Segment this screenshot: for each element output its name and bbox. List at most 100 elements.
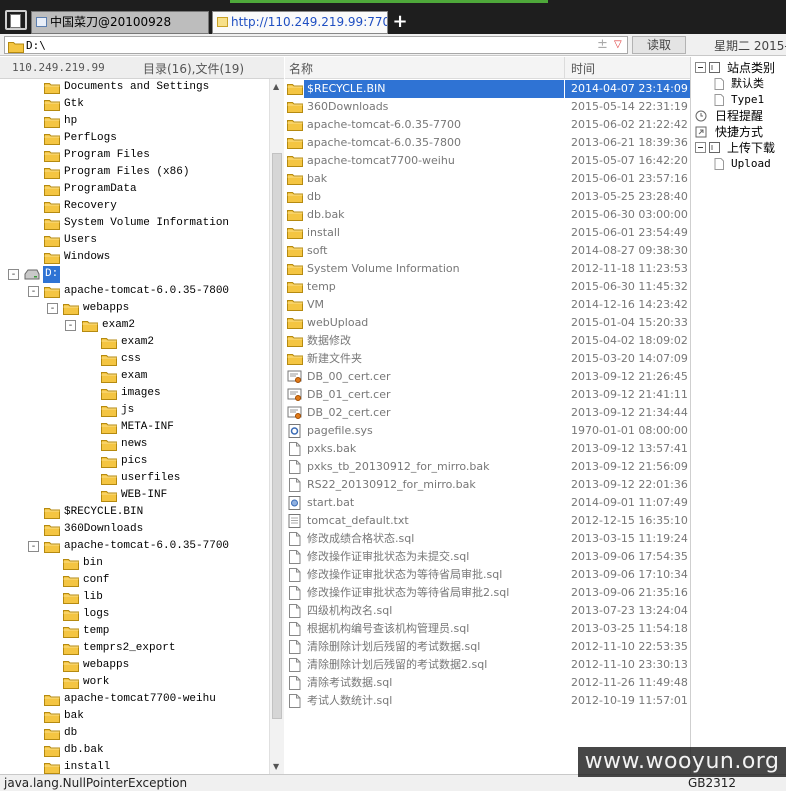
file-time: 2013-03-25 11:54:18 xyxy=(571,622,688,635)
path-input-box[interactable]: D:\ ± ▽ xyxy=(4,36,628,54)
tree-node[interactable]: webapps xyxy=(63,300,269,317)
collapse-toggle-icon[interactable]: - xyxy=(65,320,76,331)
tree-node[interactable]: pics xyxy=(101,453,269,470)
tree-node[interactable]: logs xyxy=(63,606,269,623)
column-time[interactable]: 时间 xyxy=(571,60,595,77)
collapse-toggle-icon[interactable]: - xyxy=(47,303,58,314)
tree-node[interactable]: $RECYCLE.BIN xyxy=(44,504,269,521)
file-row[interactable]: 修改操作证审批状态为等待省局审批2.sql 2013-09-06 21:35:16 xyxy=(285,584,690,602)
read-button[interactable]: 读取 xyxy=(632,36,686,54)
tree-node[interactable]: Users xyxy=(44,232,269,249)
file-row[interactable]: pagefile.sys 1970-01-01 08:00:00 xyxy=(285,422,690,440)
file-row[interactable]: pxks.bak 2013-09-12 13:57:41 xyxy=(285,440,690,458)
tree-node[interactable]: news xyxy=(101,436,269,453)
tree-node[interactable]: exam2 xyxy=(82,317,269,334)
file-row[interactable]: $RECYCLE.BIN 2014-04-07 23:14:09 xyxy=(285,80,690,98)
tree-node[interactable]: webapps xyxy=(63,657,269,674)
tree-node[interactable]: install xyxy=(44,759,269,774)
file-row[interactable]: 清除删除计划后残留的考试数据.sql 2012-11-10 22:53:35 xyxy=(285,638,690,656)
tree-node[interactable]: META-INF xyxy=(101,419,269,436)
tree-node[interactable]: apache-tomcat-6.0.35-7700 xyxy=(44,538,269,555)
tree-node[interactable]: lib xyxy=(63,589,269,606)
file-row[interactable]: DB_01_cert.cer 2013-09-12 21:41:11 xyxy=(285,386,690,404)
file-time: 2014-04-07 23:14:09 xyxy=(565,80,690,98)
app-window-icon[interactable] xyxy=(5,10,27,30)
tree-node[interactable]: exam xyxy=(101,368,269,385)
tree-node[interactable]: WEB-INF xyxy=(101,487,269,504)
file-row[interactable]: bak 2015-06-01 23:57:16 xyxy=(285,170,690,188)
chevron-down-icon[interactable]: ▽ xyxy=(614,37,622,53)
file-row[interactable]: 修改操作证审批状态为未提交.sql 2013-09-06 17:54:35 xyxy=(285,548,690,566)
tree-node[interactable]: exam2 xyxy=(101,334,269,351)
column-divider[interactable] xyxy=(564,57,565,79)
collapse-toggle-icon[interactable]: - xyxy=(28,541,39,552)
tree-node[interactable]: D: xyxy=(24,266,269,283)
tree-node[interactable]: hp xyxy=(44,113,269,130)
tree-node[interactable]: db xyxy=(44,725,269,742)
tree-node[interactable]: temprs2_export xyxy=(63,640,269,657)
tree-node[interactable]: Documents and Settings xyxy=(44,79,269,96)
add-bookmark-icon[interactable]: ± xyxy=(597,37,608,53)
file-row[interactable]: 考试人数统计.sql 2012-10-19 11:57:01 xyxy=(285,692,690,710)
tab-url[interactable]: http://110.249.219.99:7700/... xyxy=(212,11,388,34)
file-row[interactable]: install 2015-06-01 23:54:49 xyxy=(285,224,690,242)
tree-node[interactable]: Program Files xyxy=(44,147,269,164)
tree-node[interactable]: css xyxy=(101,351,269,368)
tree-node[interactable]: temp xyxy=(63,623,269,640)
tree-node[interactable]: conf xyxy=(63,572,269,589)
tree-node[interactable]: Windows xyxy=(44,249,269,266)
file-row[interactable]: System Volume Information 2012-11-18 11:2… xyxy=(285,260,690,278)
file-row[interactable]: db.bak 2015-06-30 03:00:00 xyxy=(285,206,690,224)
file-row[interactable]: 根据机构编号查该机构管理员.sql 2013-03-25 11:54:18 xyxy=(285,620,690,638)
file-row[interactable]: DB_02_cert.cer 2013-09-12 21:34:44 xyxy=(285,404,690,422)
scroll-thumb[interactable] xyxy=(272,153,282,719)
encoding-selector[interactable]: GB2312 xyxy=(688,776,736,790)
file-row[interactable]: RS22_20130912_for_mirro.bak 2013-09-12 22… xyxy=(285,476,690,494)
tree-node[interactable]: 360Downloads xyxy=(44,521,269,538)
file-row[interactable]: webUpload 2015-01-04 15:20:33 xyxy=(285,314,690,332)
file-row[interactable]: apache-tomcat-6.0.35-7800 2013-06-21 18:3… xyxy=(285,134,690,152)
column-name[interactable]: 名称 xyxy=(289,60,313,77)
tree-node[interactable]: Program Files (x86) xyxy=(44,164,269,181)
file-row[interactable]: db 2013-05-25 23:28:40 xyxy=(285,188,690,206)
file-row[interactable]: pxks_tb_20130912_for_mirro.bak 2013-09-12… xyxy=(285,458,690,476)
tree-node[interactable]: System Volume Information xyxy=(44,215,269,232)
file-row[interactable]: soft 2014-08-27 09:38:30 xyxy=(285,242,690,260)
file-row[interactable]: 数据修改 2015-04-02 18:09:02 xyxy=(285,332,690,350)
file-row[interactable]: 新建文件夹 2015-03-20 14:07:09 xyxy=(285,350,690,368)
file-row[interactable]: 修改成绩合格状态.sql 2013-03-15 11:19:24 xyxy=(285,530,690,548)
file-row[interactable]: start.bat 2014-09-01 11:07:49 xyxy=(285,494,690,512)
tree-scrollbar[interactable]: ▲ ▼ xyxy=(269,79,284,774)
tree-node[interactable]: db.bak xyxy=(44,742,269,759)
file-row[interactable]: tomcat_default.txt 2012-12-15 16:35:10 xyxy=(285,512,690,530)
collapse-toggle-icon[interactable]: - xyxy=(28,286,39,297)
tree-node[interactable]: work xyxy=(63,674,269,691)
tree-node[interactable]: ProgramData xyxy=(44,181,269,198)
path-input[interactable]: D:\ xyxy=(26,38,46,53)
tree-node[interactable]: images xyxy=(101,385,269,402)
tree-node[interactable]: userfiles xyxy=(101,470,269,487)
tree-node[interactable]: Gtk xyxy=(44,96,269,113)
tree-node[interactable]: bak xyxy=(44,708,269,725)
file-row[interactable]: 360Downloads 2015-05-14 22:31:19 xyxy=(285,98,690,116)
tree-node[interactable]: Recovery xyxy=(44,198,269,215)
scroll-up-icon[interactable]: ▲ xyxy=(273,82,279,91)
scroll-down-icon[interactable]: ▼ xyxy=(273,762,279,771)
file-row[interactable]: temp 2015-06-30 11:45:32 xyxy=(285,278,690,296)
file-row[interactable]: apache-tomcat7700-weihu 2015-05-07 16:42:… xyxy=(285,152,690,170)
file-row[interactable]: apache-tomcat-6.0.35-7700 2015-06-02 21:2… xyxy=(285,116,690,134)
collapse-toggle-icon[interactable]: - xyxy=(8,269,19,280)
file-row[interactable]: VM 2014-12-16 14:23:42 xyxy=(285,296,690,314)
file-row[interactable]: 四级机构改名.sql 2013-07-23 13:24:04 xyxy=(285,602,690,620)
file-row[interactable]: 清除考试数据.sql 2012-11-26 11:49:48 xyxy=(285,674,690,692)
tree-node[interactable]: apache-tomcat7700-weihu xyxy=(44,691,269,708)
file-row[interactable]: DB_00_cert.cer 2013-09-12 21:26:45 xyxy=(285,368,690,386)
tree-node[interactable]: js xyxy=(101,402,269,419)
file-row[interactable]: 清除删除计划后残留的考试数据2.sql 2012-11-10 23:30:13 xyxy=(285,656,690,674)
tree-node[interactable]: apache-tomcat-6.0.35-7800 xyxy=(44,283,269,300)
file-row[interactable]: 修改操作证审批状态为等待省局审批.sql 2013-09-06 17:10:34 xyxy=(285,566,690,584)
tree-node[interactable]: bin xyxy=(63,555,269,572)
tree-node[interactable]: PerfLogs xyxy=(44,130,269,147)
new-tab-button[interactable]: + xyxy=(392,12,408,32)
tab-home[interactable]: 中国菜刀@20100928 xyxy=(31,11,209,34)
